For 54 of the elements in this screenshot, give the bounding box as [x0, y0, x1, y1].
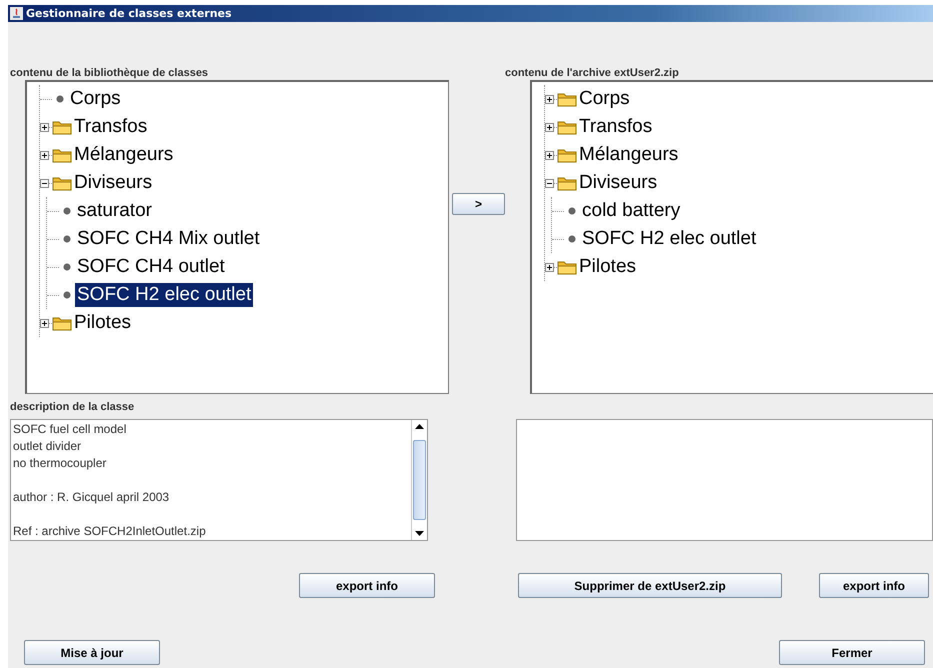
- expand-icon[interactable]: [40, 122, 49, 132]
- update-button[interactable]: Mise à jour: [24, 640, 160, 665]
- tree-item[interactable]: Transfos: [72, 115, 150, 139]
- tree-item[interactable]: Corps: [68, 87, 123, 111]
- description-line: SOFC fuel cell model: [13, 421, 128, 438]
- collapse-icon[interactable]: [40, 178, 49, 188]
- expand-icon[interactable]: [40, 150, 49, 160]
- description-line: no thermocoupler: [13, 455, 108, 472]
- description-text-area[interactable]: SOFC fuel cell model outlet divider no thermocoupler author : R. Gicquel april 2003 Ref : archive SOFCH2InletOutlet.zip: [10, 419, 428, 541]
- folder-icon: [52, 175, 72, 191]
- folder-icon: [557, 259, 577, 275]
- expand-icon[interactable]: [545, 150, 554, 160]
- expand-icon[interactable]: [545, 122, 554, 132]
- folder-icon: [557, 119, 577, 135]
- tree-item[interactable]: SOFC H2 elec outlet: [75, 283, 254, 307]
- scroll-thumb[interactable]: [412, 440, 426, 520]
- transfer-button[interactable]: >: [452, 193, 505, 215]
- collapse-icon[interactable]: [545, 178, 554, 188]
- tree-item[interactable]: SOFC CH4 outlet: [75, 255, 227, 279]
- tree-item[interactable]: cold battery: [580, 199, 682, 223]
- tree-item[interactable]: Diviseurs: [72, 171, 154, 195]
- expand-icon[interactable]: [40, 318, 49, 328]
- description-line: author : R. Gicquel april 2003: [13, 489, 170, 506]
- export-info-button[interactable]: export info: [299, 573, 435, 598]
- tree-item[interactable]: Pilotes: [72, 311, 134, 335]
- vertical-scrollbar[interactable]: [410, 420, 426, 540]
- panel-label: contenu de l'archive extUser2.zip: [505, 66, 680, 80]
- window-title: Gestionnaire de classes externes: [26, 7, 232, 20]
- description-line: outlet divider: [13, 438, 82, 455]
- tree-item[interactable]: Transfos: [577, 115, 654, 139]
- tree-item[interactable]: Pilotes: [577, 255, 638, 279]
- folder-icon: [557, 175, 577, 191]
- tree-item[interactable]: Diviseurs: [577, 171, 660, 195]
- folder-icon: [557, 147, 577, 163]
- expand-icon[interactable]: [545, 262, 554, 272]
- folder-icon: [52, 147, 72, 163]
- description-line: Ref : archive SOFCH2InletOutlet.zip: [13, 523, 207, 540]
- tree-item[interactable]: Mélangeurs: [72, 143, 176, 167]
- description-text-area[interactable]: [516, 419, 933, 541]
- expand-icon[interactable]: [545, 94, 554, 104]
- delete-button[interactable]: Supprimer de extUser2.zip: [518, 573, 782, 598]
- folder-icon: [52, 315, 72, 331]
- tree-item[interactable]: saturator: [75, 199, 154, 223]
- section-label: description de la classe: [10, 400, 136, 414]
- folder-icon: [557, 91, 577, 107]
- java-cup-icon: [10, 7, 23, 20]
- tree-item[interactable]: SOFC H2 elec outlet: [580, 227, 758, 251]
- tree-item[interactable]: SOFC CH4 Mix outlet: [75, 227, 262, 251]
- panel-label: contenu de la bibliothèque de classes: [10, 66, 210, 80]
- tree-item[interactable]: Corps: [577, 87, 632, 111]
- tree-item[interactable]: Mélangeurs: [577, 143, 680, 167]
- folder-icon: [52, 119, 72, 135]
- close-button[interactable]: Fermer: [779, 640, 925, 665]
- export-info-button[interactable]: export info: [819, 573, 929, 598]
